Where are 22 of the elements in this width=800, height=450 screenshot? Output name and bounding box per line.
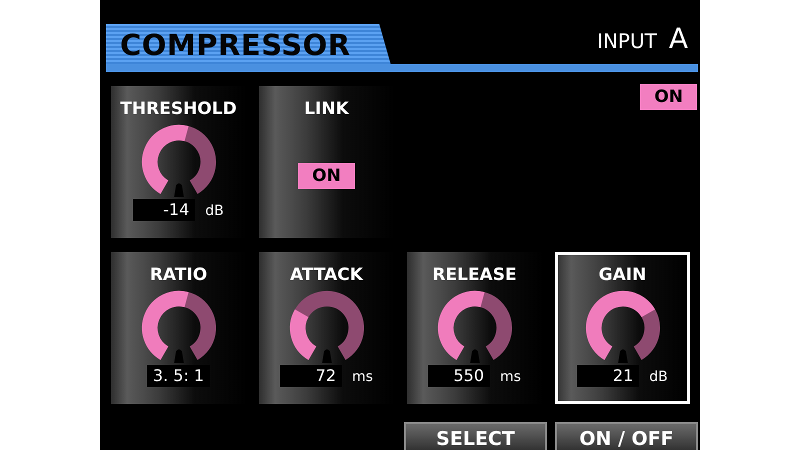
value-display: 3. 5: 1 <box>146 365 210 387</box>
control-label: GAIN <box>598 265 646 285</box>
control-label: THRESHOLD <box>120 99 237 119</box>
control-label: RATIO <box>150 265 208 285</box>
control-label: ATTACK <box>290 265 363 285</box>
unit-label: dB <box>649 368 668 387</box>
unit-label: ms <box>352 368 373 387</box>
control-label: LINK <box>304 99 349 119</box>
control-panel[interactable]: GAIN 21 dB <box>555 252 690 404</box>
input-value: A <box>668 21 688 57</box>
input-label: INPUT <box>597 28 657 55</box>
value-display: 72 <box>280 365 342 387</box>
unit-label: ms <box>500 368 521 387</box>
toggle-button[interactable]: ON <box>298 163 355 189</box>
control-label: RELEASE <box>432 265 517 285</box>
on-off-button[interactable]: ON / OFF <box>555 422 698 450</box>
value-display: 550 <box>428 365 490 387</box>
power-toggle[interactable]: ON <box>640 84 697 110</box>
value-display: -14 <box>133 199 196 221</box>
select-button[interactable]: SELECT <box>404 422 547 450</box>
unit-label: dB <box>205 202 224 221</box>
value-display: 21 <box>577 365 640 387</box>
